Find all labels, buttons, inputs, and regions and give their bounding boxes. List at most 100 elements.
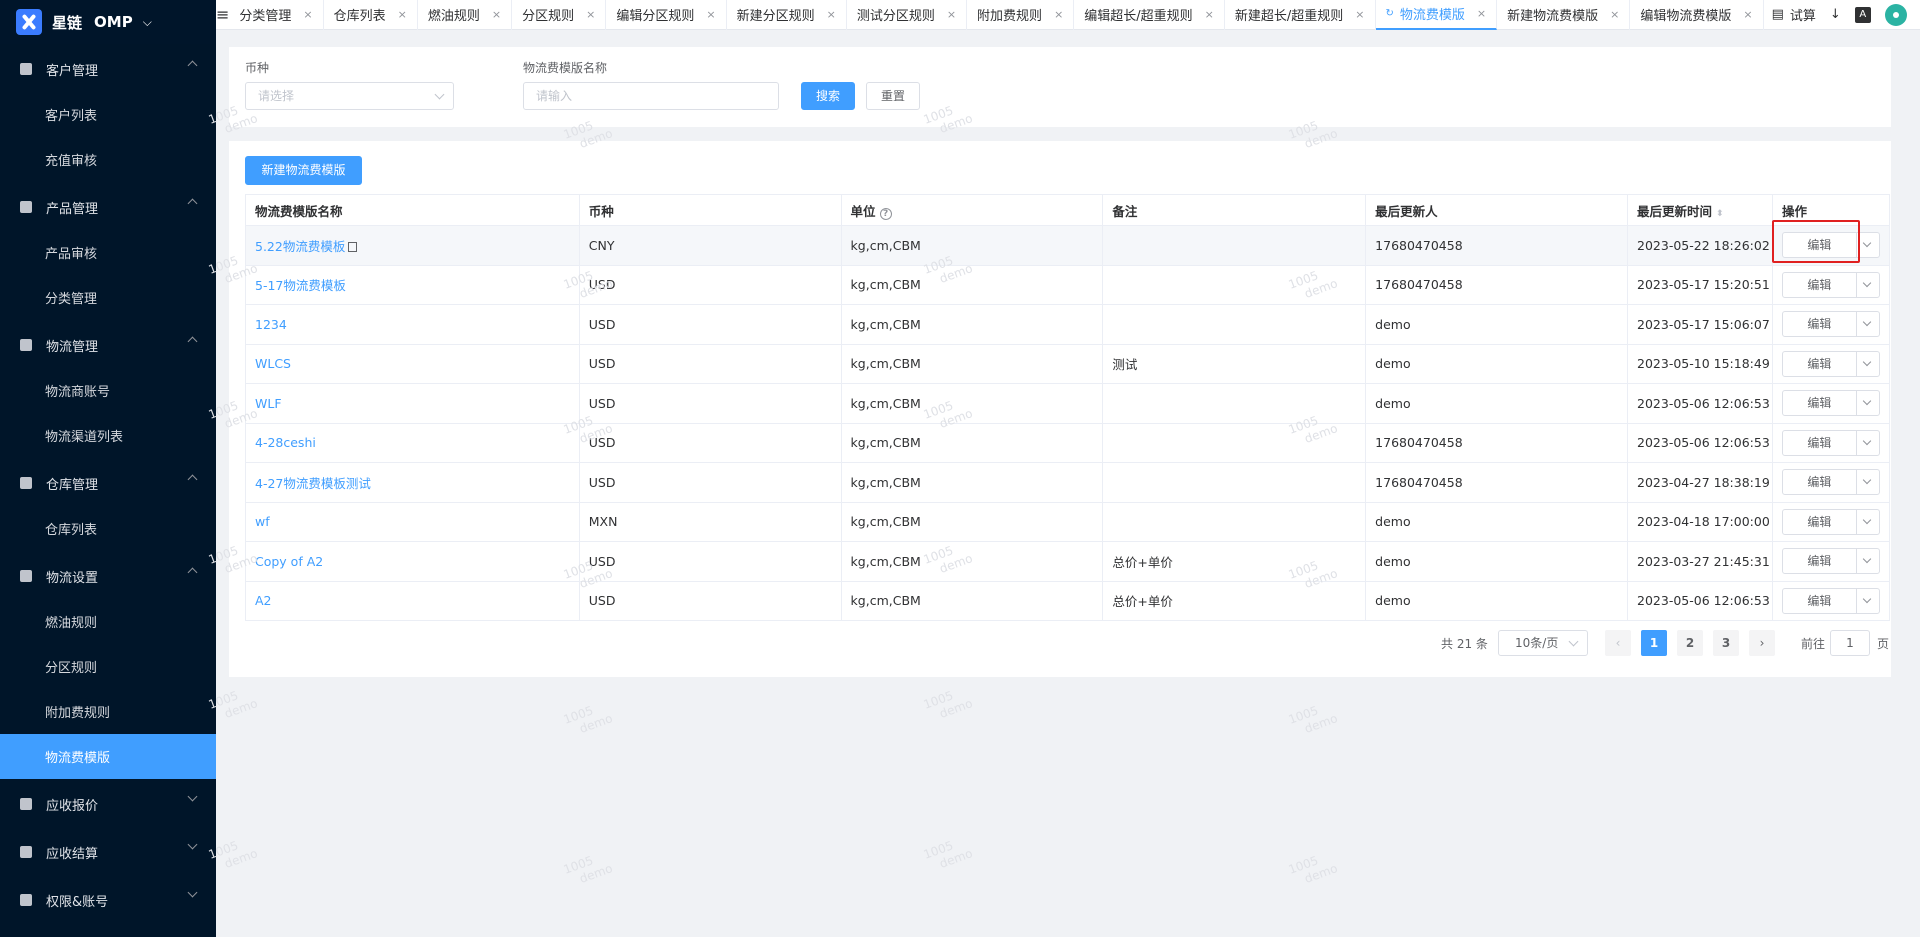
copy-icon[interactable] bbox=[348, 242, 358, 253]
sidebar-item[interactable]: 充值审核 bbox=[0, 137, 216, 182]
tab[interactable]: 新建超长/超重规则 × bbox=[1225, 0, 1376, 30]
help-icon[interactable]: ? bbox=[879, 207, 892, 220]
edit-button[interactable]: 编辑 bbox=[1783, 272, 1857, 297]
chevron-down-icon[interactable] bbox=[1857, 391, 1879, 415]
cell-name[interactable]: 4-27物流费模板测试 bbox=[245, 462, 580, 503]
tab[interactable]: 编辑物流费模版 × bbox=[1630, 0, 1764, 30]
sidebar-item[interactable]: 物流商账号 bbox=[0, 368, 216, 413]
page-button-1[interactable]: 1 bbox=[1641, 630, 1667, 656]
tab[interactable]: ↻ 物流费模版 × bbox=[1375, 0, 1498, 30]
cell-name[interactable]: wf bbox=[245, 501, 580, 542]
cell-name[interactable]: A2 bbox=[245, 580, 580, 621]
edit-button[interactable]: 编辑 bbox=[1783, 588, 1857, 613]
cell-name[interactable]: WLF bbox=[245, 383, 580, 424]
trial-calc-link[interactable]: 试算 bbox=[1790, 5, 1816, 24]
page-button-3[interactable]: 3 bbox=[1713, 630, 1739, 656]
close-icon[interactable]: × bbox=[1477, 7, 1486, 20]
close-icon[interactable]: × bbox=[303, 8, 312, 21]
close-icon[interactable]: × bbox=[1355, 8, 1364, 21]
template-name-link[interactable]: WLCS bbox=[255, 356, 291, 371]
close-icon[interactable]: × bbox=[1610, 8, 1619, 21]
menu-toggle-icon[interactable]: ≡ bbox=[216, 0, 229, 30]
template-name-link[interactable]: 1234 bbox=[255, 317, 287, 332]
sidebar-item[interactable]: 燃油规则 bbox=[0, 599, 216, 644]
template-name-link[interactable]: A2 bbox=[255, 593, 272, 608]
tab[interactable]: 新建分区规则 × bbox=[727, 0, 847, 30]
sidebar-item[interactable]: 客户列表 bbox=[0, 92, 216, 137]
tab[interactable]: 测试分区规则 × bbox=[847, 0, 968, 30]
tab[interactable]: 编辑分区规则 × bbox=[606, 0, 727, 30]
chevron-down-icon[interactable] bbox=[1857, 273, 1879, 297]
chevron-down-icon[interactable] bbox=[1857, 233, 1879, 257]
tab[interactable]: 分类管理 × bbox=[229, 0, 324, 30]
sidebar-item[interactable]: 产品审核 bbox=[0, 230, 216, 275]
chevron-down-icon[interactable] bbox=[1857, 431, 1879, 455]
template-name-link[interactable]: 4-28ceshi bbox=[255, 435, 316, 450]
sidebar-item[interactable]: 分类管理 bbox=[0, 275, 216, 320]
search-button[interactable]: 搜索 bbox=[801, 82, 855, 110]
currency-select[interactable]: 请选择 bbox=[245, 82, 454, 110]
close-icon[interactable]: × bbox=[1054, 8, 1063, 21]
close-icon[interactable]: × bbox=[492, 8, 501, 21]
tab[interactable]: 分区规则 × bbox=[512, 0, 607, 30]
cell-name[interactable]: 1234 bbox=[245, 304, 580, 345]
sidebar-item[interactable]: 仓库列表 bbox=[0, 506, 216, 551]
chevron-down-icon[interactable] bbox=[1857, 312, 1879, 336]
sidebar-group-4[interactable]: 物流设置 bbox=[0, 553, 216, 599]
reset-button[interactable]: 重置 bbox=[866, 82, 920, 110]
edit-button[interactable]: 编辑 bbox=[1783, 470, 1857, 495]
page-size-select[interactable]: 10条/页 bbox=[1498, 630, 1588, 656]
col-header-time[interactable]: 最后更新时间 ⬍ bbox=[1627, 194, 1773, 226]
sidebar-group-1[interactable]: 产品管理 bbox=[0, 184, 216, 230]
edit-button[interactable]: 编辑 bbox=[1783, 351, 1857, 376]
tab[interactable]: 新建物流费模版 × bbox=[1497, 0, 1631, 30]
chevron-down-icon[interactable] bbox=[1857, 510, 1879, 534]
close-icon[interactable]: × bbox=[947, 8, 956, 21]
chevron-down-icon[interactable] bbox=[1857, 549, 1879, 573]
tab[interactable]: 编辑超长/超重规则 × bbox=[1074, 0, 1225, 30]
sidebar-group-3[interactable]: 仓库管理 bbox=[0, 460, 216, 506]
sidebar-group-6[interactable]: 应收结算 bbox=[0, 829, 216, 875]
template-name-input[interactable]: 请输入 bbox=[523, 82, 779, 110]
sidebar-item[interactable]: 物流渠道列表 bbox=[0, 413, 216, 458]
close-icon[interactable]: × bbox=[827, 8, 836, 21]
template-name-link[interactable]: 4-27物流费模板测试 bbox=[255, 476, 371, 491]
download-icon[interactable]: ↓ bbox=[1830, 7, 1841, 22]
new-template-button[interactable]: 新建物流费模版 bbox=[245, 156, 362, 185]
cell-name[interactable]: 4-28ceshi bbox=[245, 422, 580, 463]
sort-icon[interactable]: ⬍ bbox=[1716, 209, 1724, 219]
sidebar-item[interactable]: 分区规则 bbox=[0, 644, 216, 689]
chevron-down-icon[interactable]: ⌵ bbox=[143, 15, 152, 30]
template-name-link[interactable]: Copy of A2 bbox=[255, 554, 323, 569]
sidebar-group-0[interactable]: 客户管理 bbox=[0, 46, 216, 92]
template-name-link[interactable]: wf bbox=[255, 514, 270, 529]
edit-button[interactable]: 编辑 bbox=[1783, 509, 1857, 534]
cell-name[interactable]: Copy of A2 bbox=[245, 541, 580, 582]
prev-page-button[interactable]: ‹ bbox=[1605, 630, 1631, 656]
close-icon[interactable]: × bbox=[706, 8, 715, 21]
chevron-down-icon[interactable] bbox=[1857, 589, 1879, 613]
edit-button[interactable]: 编辑 bbox=[1783, 549, 1857, 574]
brand[interactable]: 星链 OMP ⌵ bbox=[0, 0, 216, 44]
template-name-link[interactable]: WLF bbox=[255, 396, 282, 411]
calculator-icon[interactable]: ▤ bbox=[1772, 7, 1784, 22]
close-icon[interactable]: × bbox=[398, 8, 407, 21]
template-name-link[interactable]: 5-17物流费模板 bbox=[255, 278, 346, 293]
tab[interactable]: 仓库列表 × bbox=[324, 0, 418, 30]
font-size-icon[interactable]: A bbox=[1854, 6, 1871, 23]
page-button-2[interactable]: 2 bbox=[1677, 630, 1703, 656]
close-icon[interactable]: × bbox=[1205, 8, 1214, 21]
sidebar-item[interactable]: 物流费模版 bbox=[0, 734, 216, 779]
refresh-icon[interactable]: ↻ bbox=[1386, 8, 1394, 19]
edit-button[interactable]: 编辑 bbox=[1783, 312, 1857, 337]
chevron-down-icon[interactable] bbox=[1857, 470, 1879, 494]
user-menu[interactable]: demo bbox=[1884, 3, 1920, 26]
sidebar-group-7[interactable]: 权限&账号 bbox=[0, 877, 216, 923]
edit-button[interactable]: 编辑 bbox=[1783, 391, 1857, 416]
sidebar-group-5[interactable]: 应收报价 bbox=[0, 781, 216, 827]
goto-page-input[interactable]: 1 bbox=[1830, 630, 1870, 656]
cell-name[interactable]: 5-17物流费模板 bbox=[245, 264, 580, 305]
sidebar-item[interactable]: 附加费规则 bbox=[0, 689, 216, 734]
tab[interactable]: 燃油规则 × bbox=[418, 0, 513, 30]
cell-name[interactable]: WLCS bbox=[245, 343, 580, 384]
